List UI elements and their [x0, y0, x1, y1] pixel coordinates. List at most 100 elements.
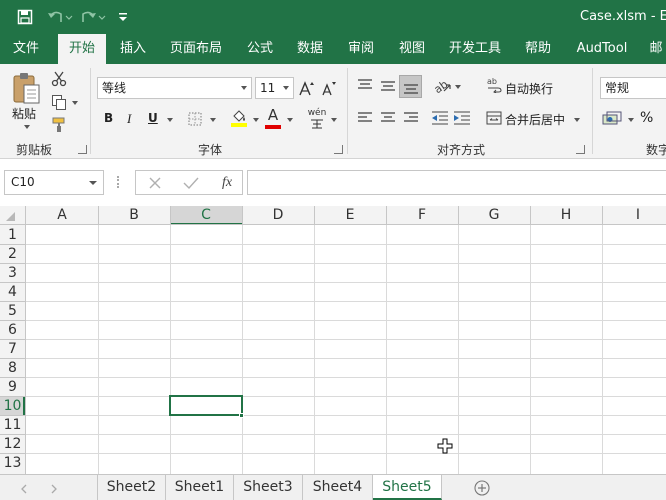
- paste-label[interactable]: 粘贴: [12, 105, 36, 122]
- save-icon[interactable]: [14, 7, 36, 27]
- format-painter-icon[interactable]: [50, 116, 68, 134]
- row-header-6[interactable]: 6: [0, 321, 25, 339]
- insert-function-button[interactable]: fx: [212, 171, 242, 194]
- align-middle-icon[interactable]: [378, 76, 398, 96]
- wrap-text-label[interactable]: 自动换行: [505, 80, 553, 97]
- column-header-e[interactable]: E: [314, 206, 386, 225]
- formula-input[interactable]: [247, 170, 666, 195]
- align-center-icon[interactable]: [378, 108, 398, 128]
- decrease-font-icon[interactable]: [320, 78, 338, 98]
- column-header-f[interactable]: F: [386, 206, 458, 225]
- align-bottom-icon[interactable]: [399, 75, 422, 98]
- undo-icon[interactable]: [46, 7, 74, 27]
- font-size-select[interactable]: 11: [255, 77, 294, 99]
- align-top-icon[interactable]: [355, 76, 375, 96]
- merge-center-icon[interactable]: [484, 108, 504, 128]
- redo-icon[interactable]: [80, 7, 108, 27]
- row-header-12[interactable]: 12: [0, 435, 25, 453]
- column-header-c[interactable]: C: [170, 206, 242, 225]
- row-header-10[interactable]: 10: [0, 397, 25, 415]
- wrap-text-icon[interactable]: ab: [484, 75, 504, 95]
- tab-mailings[interactable]: 邮: [646, 34, 666, 64]
- paste-dropdown-icon[interactable]: [24, 125, 30, 129]
- add-sheet-icon[interactable]: [474, 480, 490, 499]
- active-cell[interactable]: [169, 395, 243, 416]
- border-dropdown-icon[interactable]: [210, 118, 216, 122]
- row-header-13[interactable]: 13: [0, 454, 25, 472]
- row-header-8[interactable]: 8: [0, 359, 25, 377]
- bold-button[interactable]: B: [104, 111, 113, 125]
- tab-file[interactable]: 文件: [4, 34, 48, 64]
- row-header-7[interactable]: 7: [0, 340, 25, 358]
- tab-audtool[interactable]: AudTool: [568, 34, 636, 64]
- sheet-tab-sheet5[interactable]: Sheet5: [373, 475, 442, 500]
- alignment-launcher-icon[interactable]: [576, 145, 585, 154]
- scroll-right-icon[interactable]: [50, 483, 58, 497]
- font-color-dropdown-icon[interactable]: [287, 118, 293, 122]
- increase-indent-icon[interactable]: [452, 108, 472, 128]
- enter-icon[interactable]: [176, 171, 206, 194]
- merge-center-dropdown-icon[interactable]: [574, 118, 580, 122]
- tab-data[interactable]: 数据: [290, 34, 330, 64]
- font-color-button[interactable]: A: [264, 107, 282, 129]
- merge-center-label[interactable]: 合并后居中: [505, 111, 565, 128]
- accounting-format-icon[interactable]: [601, 109, 625, 129]
- row-header-9[interactable]: 9: [0, 378, 25, 396]
- sheet-tab-sheet4[interactable]: Sheet4: [303, 475, 373, 500]
- italic-button[interactable]: I: [127, 111, 131, 127]
- percent-style-button[interactable]: %: [640, 110, 653, 126]
- orientation-icon[interactable]: ab: [432, 76, 452, 96]
- number-format-select[interactable]: 常规: [600, 77, 666, 99]
- orientation-dropdown-icon[interactable]: [455, 85, 461, 89]
- accounting-dropdown-icon[interactable]: [628, 118, 634, 122]
- tab-page-layout[interactable]: 页面布局: [164, 34, 228, 64]
- phonetic-button[interactable]: wén: [305, 106, 329, 130]
- column-header-g[interactable]: G: [458, 206, 530, 225]
- row-header-3[interactable]: 3: [0, 264, 25, 282]
- phonetic-dropdown-icon[interactable]: [331, 118, 337, 122]
- sheet-tab-sheet1[interactable]: Sheet1: [166, 475, 234, 500]
- row-header-1[interactable]: 1: [0, 226, 25, 244]
- decrease-indent-icon[interactable]: [430, 108, 450, 128]
- worksheet-grid[interactable]: A B C D E F G H I 1 2 3 4 5 6 7 8 9 10 1…: [0, 206, 666, 474]
- underline-dropdown-icon[interactable]: [167, 118, 173, 122]
- row-header-11[interactable]: 11: [0, 416, 25, 434]
- cancel-icon[interactable]: [140, 171, 170, 194]
- tab-developer[interactable]: 开发工具: [442, 34, 508, 64]
- tab-review[interactable]: 审阅: [340, 34, 382, 64]
- resize-handle[interactable]: [117, 176, 120, 188]
- sheet-tab-sheet3[interactable]: Sheet3: [234, 475, 303, 500]
- column-header-i[interactable]: I: [602, 206, 666, 225]
- customize-icon[interactable]: [116, 7, 130, 27]
- increase-font-icon[interactable]: [298, 78, 316, 98]
- fill-handle[interactable]: [239, 413, 244, 418]
- column-header-b[interactable]: B: [98, 206, 170, 225]
- copy-dropdown-icon[interactable]: [72, 101, 78, 105]
- tab-home[interactable]: 开始: [58, 34, 106, 64]
- sheet-tab-sheet2[interactable]: Sheet2: [98, 475, 166, 500]
- align-left-icon[interactable]: [355, 108, 375, 128]
- column-header-h[interactable]: H: [530, 206, 602, 225]
- underline-button[interactable]: U: [148, 111, 158, 125]
- copy-icon[interactable]: [50, 93, 68, 111]
- align-right-icon[interactable]: [401, 108, 421, 128]
- cut-icon[interactable]: [50, 70, 68, 88]
- font-launcher-icon[interactable]: [334, 145, 343, 154]
- row-header-5[interactable]: 5: [0, 302, 25, 320]
- row-header-4[interactable]: 4: [0, 283, 25, 301]
- name-box[interactable]: C10: [4, 170, 104, 195]
- tab-help[interactable]: 帮助: [518, 34, 558, 64]
- tab-insert[interactable]: 插入: [112, 34, 154, 64]
- column-header-d[interactable]: D: [242, 206, 314, 225]
- column-header-a[interactable]: A: [26, 206, 98, 225]
- clipboard-launcher-icon[interactable]: [78, 145, 87, 154]
- row-header-2[interactable]: 2: [0, 245, 25, 263]
- scroll-left-icon[interactable]: [20, 483, 28, 497]
- tab-formulas[interactable]: 公式: [240, 34, 280, 64]
- fill-color-icon[interactable]: [229, 108, 249, 128]
- paste-icon[interactable]: [8, 70, 44, 106]
- font-name-select[interactable]: 等线: [97, 77, 252, 99]
- tab-view[interactable]: 视图: [392, 34, 432, 64]
- fill-color-dropdown-icon[interactable]: [253, 118, 259, 122]
- border-icon[interactable]: [186, 110, 204, 128]
